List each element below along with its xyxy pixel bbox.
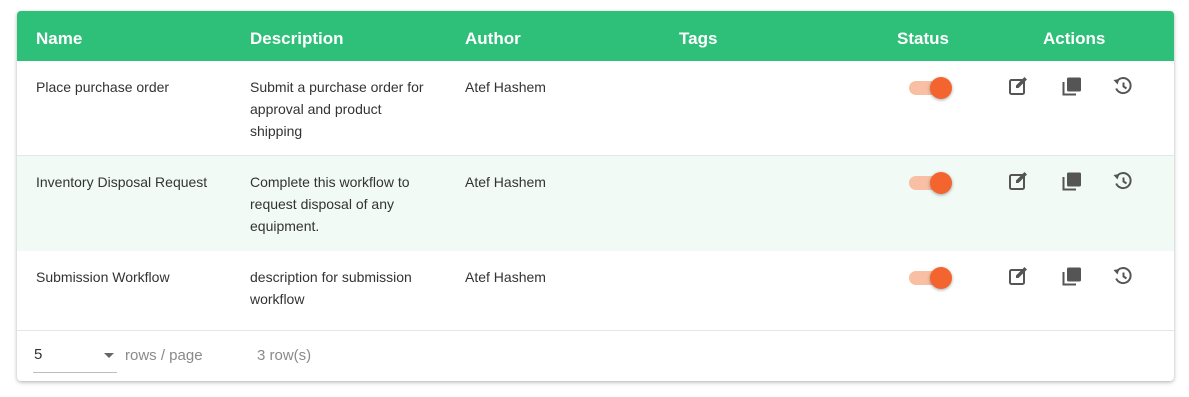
description-line: request disposal of any (250, 196, 394, 212)
status-toggle[interactable] (908, 75, 956, 99)
description-line: description for submission (250, 269, 412, 285)
copy-icon[interactable] (1060, 74, 1084, 98)
rows-per-page-label: rows / page (125, 347, 203, 364)
edit-icon[interactable] (1007, 74, 1031, 98)
edit-icon[interactable] (1007, 264, 1031, 288)
description-line: workflow (250, 291, 305, 307)
table-row[interactable]: Inventory Disposal Request Complete this… (17, 156, 1174, 251)
workflow-table-card: Name Description Author Tags Status Acti… (17, 11, 1174, 381)
status-toggle[interactable] (908, 265, 956, 289)
table-header: Name Description Author Tags Status Acti… (17, 11, 1174, 61)
cell-name: Place purchase order (36, 79, 170, 95)
description-line: approval and product (250, 101, 382, 117)
table-row[interactable]: Place purchase order Submit a purchase o… (17, 61, 1174, 156)
description-line: shipping (250, 123, 303, 139)
description-line: Complete this workflow to (250, 174, 410, 190)
cell-description: Complete this workflow to request dispos… (250, 171, 435, 237)
cell-name: Submission Workflow (36, 269, 170, 285)
cell-description: description for submission workflow (250, 266, 435, 310)
description-line: equipment. (250, 218, 320, 234)
table-row[interactable]: Submission Workflow description for subm… (17, 251, 1174, 331)
column-header-tags[interactable]: Tags (679, 11, 717, 61)
history-icon[interactable] (1111, 74, 1135, 98)
chevron-down-icon (104, 353, 114, 358)
edit-icon[interactable] (1007, 169, 1031, 193)
history-icon[interactable] (1111, 264, 1135, 288)
table-footer: 5 rows / page 3 row(s) (17, 331, 1174, 381)
column-header-name[interactable]: Name (36, 11, 82, 61)
cell-name: Inventory Disposal Request (36, 174, 208, 190)
column-header-actions: Actions (1043, 29, 1106, 48)
toggle-thumb (930, 77, 952, 99)
cell-author: Atef Hashem (465, 174, 546, 190)
column-header-description[interactable]: Description (250, 11, 344, 61)
column-header-status[interactable]: Status (897, 11, 949, 61)
cell-author: Atef Hashem (465, 269, 546, 285)
rows-per-page-value: 5 (34, 346, 43, 363)
cell-description: Submit a purchase order for approval and… (250, 76, 435, 142)
toggle-thumb (930, 172, 952, 194)
toggle-thumb (930, 267, 952, 289)
copy-icon[interactable] (1060, 169, 1084, 193)
rows-per-page-select[interactable]: 5 (33, 343, 117, 373)
copy-icon[interactable] (1060, 264, 1084, 288)
status-toggle[interactable] (908, 170, 956, 194)
row-count: 3 row(s) (257, 347, 312, 364)
description-line: Submit a purchase order for (250, 79, 424, 95)
history-icon[interactable] (1111, 169, 1135, 193)
column-header-author[interactable]: Author (465, 11, 521, 61)
cell-author: Atef Hashem (465, 79, 546, 95)
